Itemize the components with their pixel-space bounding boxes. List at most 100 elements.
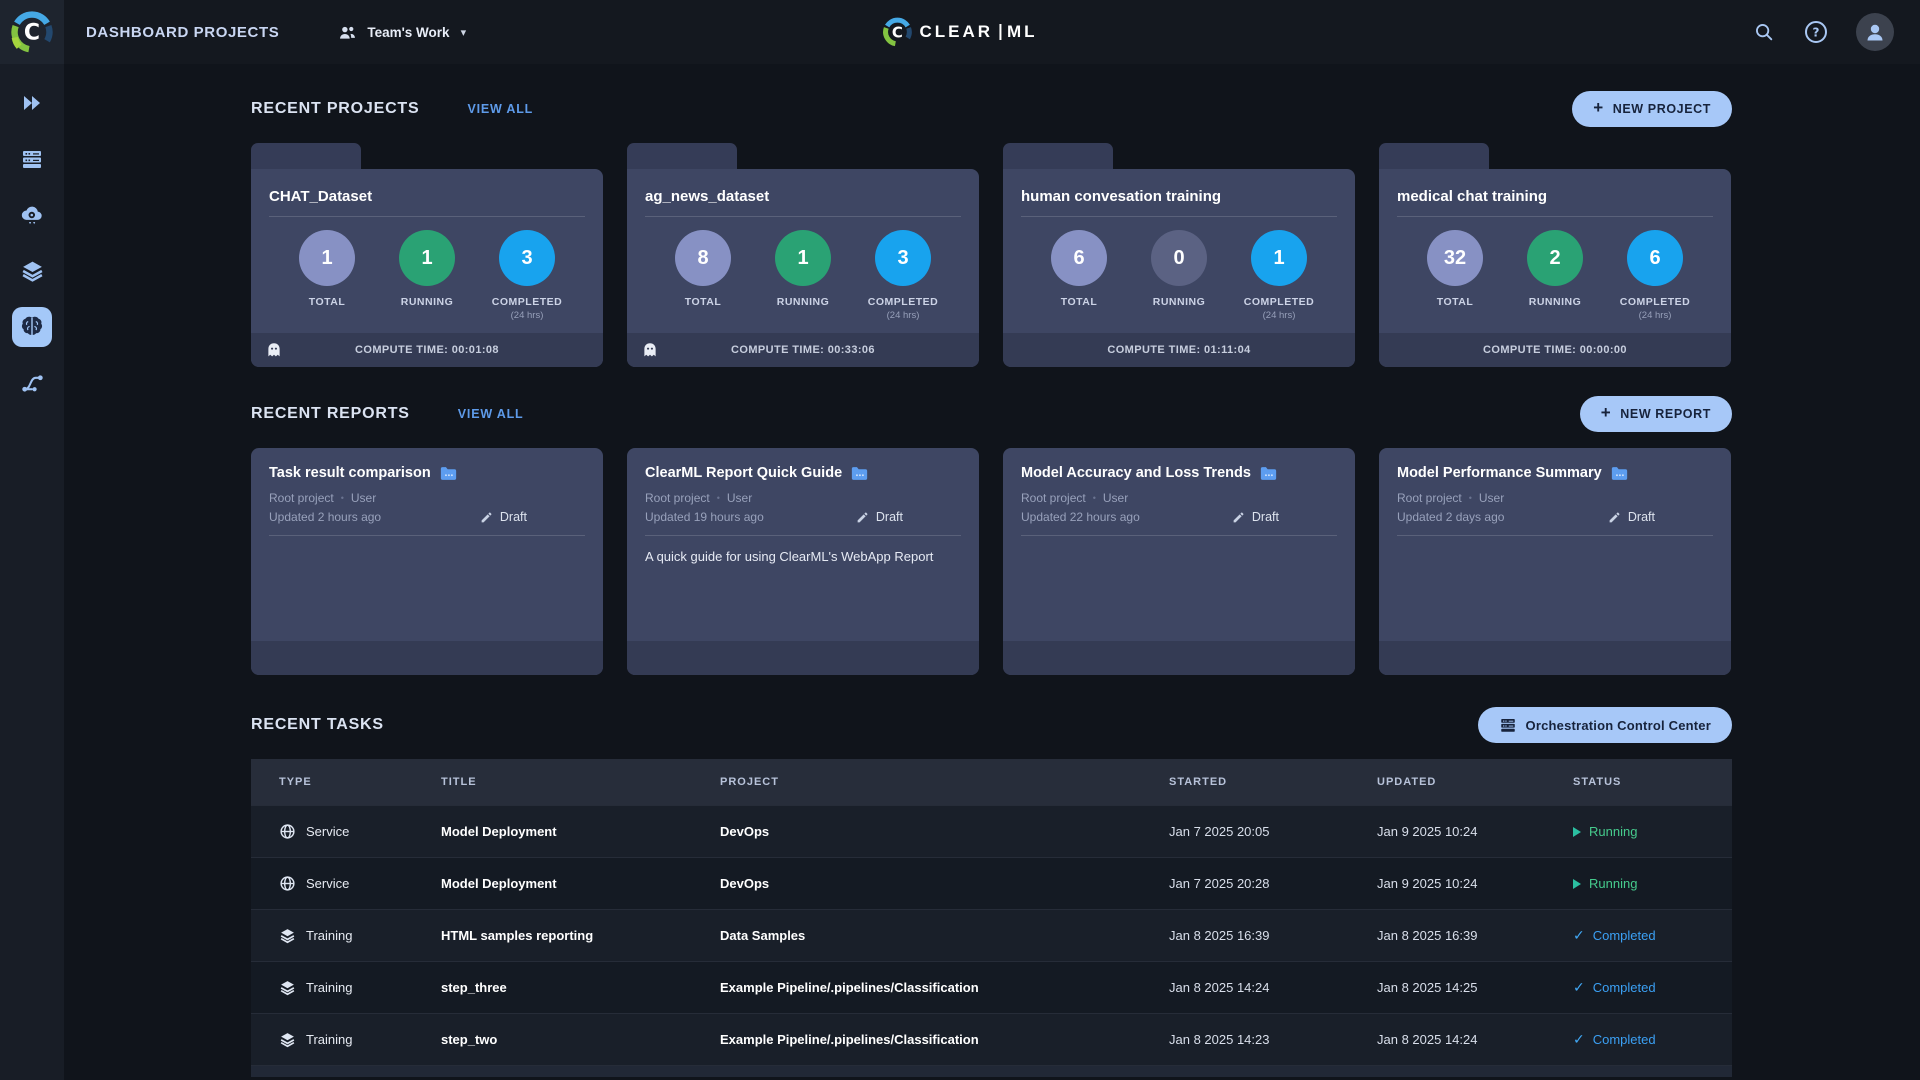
table-row[interactable]: Training step_two Example Pipeline/.pipe… bbox=[251, 1013, 1732, 1065]
help-button[interactable]: ? bbox=[1804, 20, 1828, 44]
projects-view-all-link[interactable]: VIEW ALL bbox=[467, 102, 533, 116]
help-icon: ? bbox=[1805, 21, 1827, 43]
report-title: Model Performance Summary bbox=[1397, 465, 1602, 481]
pencil-icon bbox=[1233, 512, 1244, 522]
dot-separator: • bbox=[340, 493, 344, 503]
completed-check-icon: ✓ bbox=[1573, 927, 1585, 943]
server-rack-icon bbox=[23, 151, 41, 168]
task-project: Example Pipeline/.pipelines/Classificati… bbox=[720, 1032, 979, 1047]
report-title: Model Accuracy and Loss Trends bbox=[1021, 465, 1251, 481]
completed-check-icon: ✓ bbox=[1573, 979, 1585, 995]
workspace-selector[interactable]: Team's Work ▾ bbox=[337, 22, 466, 43]
project-card[interactable]: ag_news_dataset 8 TOTAL 1 RUNNING 3 COMP… bbox=[627, 143, 979, 367]
report-updated: Updated 2 hours ago bbox=[269, 510, 382, 524]
page-title: DASHBOARD PROJECTS bbox=[86, 23, 280, 41]
recent-tasks-section: RECENT TASKS Orchestration Control Cente… bbox=[251, 706, 1732, 1077]
report-card[interactable]: Model Accuracy and Loss Trends Root proj… bbox=[1003, 448, 1355, 675]
new-project-button[interactable]: + NEW PROJECT bbox=[1572, 91, 1732, 127]
report-project: Root project bbox=[1021, 491, 1086, 505]
report-author: User bbox=[1102, 491, 1129, 505]
col-title[interactable]: TITLE bbox=[441, 776, 720, 788]
stat-total: 8 TOTAL bbox=[665, 230, 741, 321]
col-project[interactable]: PROJECT bbox=[720, 776, 1169, 788]
workspace-name: Team's Work bbox=[367, 24, 450, 40]
chevron-down-icon: ▾ bbox=[460, 26, 467, 39]
col-updated[interactable]: UPDATED bbox=[1377, 776, 1573, 788]
task-title: Model Deployment bbox=[441, 824, 557, 839]
task-title: Model Deployment bbox=[441, 876, 557, 891]
recent-tasks-table: TYPE TITLE PROJECT STARTED UPDATED STATU… bbox=[251, 759, 1732, 1077]
service-globe-icon bbox=[280, 876, 295, 891]
project-card[interactable]: human convesation training 6 TOTAL 0 RUN… bbox=[1003, 143, 1355, 367]
sidebar-item-applications[interactable] bbox=[12, 195, 52, 235]
task-type: Training bbox=[306, 928, 353, 943]
stat-completed: 3 COMPLETED (24 hrs) bbox=[489, 230, 565, 321]
report-folder-icon bbox=[851, 466, 868, 480]
recent-projects-heading: RECENT PROJECTS bbox=[251, 100, 420, 117]
main-content: RECENT PROJECTS VIEW ALL + NEW PROJECT C… bbox=[64, 64, 1920, 1080]
pencil-icon bbox=[481, 512, 492, 522]
report-card-footer bbox=[627, 641, 979, 675]
pipeline-icon bbox=[21, 374, 43, 392]
task-started: Jan 8 2025 14:24 bbox=[1169, 980, 1270, 995]
top-bar: C DASHBOARD PROJECTS Team's Work ▾ C CLE… bbox=[0, 0, 1920, 64]
compute-time: COMPUTE TIME: 00:00:00 bbox=[1483, 344, 1627, 356]
table-row[interactable]: Service Model Deployment DevOps Jan 7 20… bbox=[251, 857, 1732, 909]
task-started: Jan 8 2025 16:39 bbox=[1169, 928, 1270, 943]
sidebar-item-orchestration[interactable] bbox=[12, 139, 52, 179]
report-card[interactable]: Model Performance Summary Root project •… bbox=[1379, 448, 1731, 675]
task-project: DevOps bbox=[720, 824, 770, 839]
task-project: Data Samples bbox=[720, 928, 806, 943]
report-project: Root project bbox=[1397, 491, 1462, 505]
search-icon bbox=[1756, 24, 1773, 41]
task-updated: Jan 9 2025 10:24 bbox=[1377, 824, 1478, 839]
report-card[interactable]: Task result comparison Root project • Us… bbox=[251, 448, 603, 675]
task-title: step_three bbox=[441, 980, 507, 995]
report-description bbox=[1021, 549, 1337, 565]
sidebar-item-dashboard-active[interactable] bbox=[12, 307, 52, 347]
task-started: Jan 8 2025 14:23 bbox=[1169, 1032, 1270, 1047]
user-avatar[interactable] bbox=[1856, 13, 1894, 51]
layers-icon bbox=[22, 261, 42, 282]
stat-running: 0 RUNNING bbox=[1141, 230, 1217, 321]
report-description bbox=[269, 549, 585, 565]
compute-time: COMPUTE TIME: 00:33:06 bbox=[731, 344, 875, 356]
app-logo[interactable]: C bbox=[0, 0, 64, 64]
clearml-wordmark: C CLEAR ML bbox=[882, 0, 1037, 64]
project-card[interactable]: CHAT_Dataset 1 TOTAL 1 RUNNING 3 COMPLET… bbox=[251, 143, 603, 367]
project-card[interactable]: medical chat training 32 TOTAL 2 RUNNING… bbox=[1379, 143, 1731, 367]
search-button[interactable] bbox=[1752, 20, 1776, 44]
sidebar-item-pipelines[interactable] bbox=[12, 363, 52, 403]
col-status[interactable]: STATUS bbox=[1573, 776, 1732, 788]
table-row[interactable]: Training step_three Example Pipeline/.pi… bbox=[251, 961, 1732, 1013]
draft-badge: Draft bbox=[1232, 510, 1279, 524]
stat-running: 2 RUNNING bbox=[1517, 230, 1593, 321]
table-row[interactable]: Training HTML samples reporting Data Sam… bbox=[251, 909, 1732, 961]
stat-completed: 3 COMPLETED (24 hrs) bbox=[865, 230, 941, 321]
sidebar-item-getting-started[interactable] bbox=[12, 83, 52, 123]
brain-icon bbox=[21, 316, 43, 336]
training-layers-icon bbox=[280, 929, 295, 944]
dot-separator: • bbox=[716, 493, 720, 503]
table-row-partial bbox=[251, 1065, 1732, 1077]
sidebar-item-datasets[interactable] bbox=[12, 251, 52, 291]
orchestration-control-center-button[interactable]: Orchestration Control Center bbox=[1477, 707, 1732, 743]
report-author: User bbox=[350, 491, 377, 505]
table-row[interactable]: Service Model Deployment DevOps Jan 7 20… bbox=[251, 805, 1732, 857]
col-started[interactable]: STARTED bbox=[1169, 776, 1377, 788]
task-type: Training bbox=[306, 1032, 353, 1047]
new-report-button[interactable]: + NEW REPORT bbox=[1579, 396, 1732, 432]
compute-time: COMPUTE TIME: 01:11:04 bbox=[1107, 344, 1251, 356]
wordmark-ml: ML bbox=[1007, 22, 1038, 41]
report-updated: Updated 22 hours ago bbox=[1021, 510, 1140, 524]
reports-view-all-link[interactable]: VIEW ALL bbox=[458, 407, 524, 421]
training-layers-icon bbox=[280, 981, 295, 996]
draft-badge: Draft bbox=[856, 510, 903, 524]
task-started: Jan 7 2025 20:05 bbox=[1169, 824, 1270, 839]
recent-reports-section: RECENT REPORTS VIEW ALL + NEW REPORT Tas… bbox=[251, 395, 1732, 675]
col-type[interactable]: TYPE bbox=[279, 776, 441, 788]
compute-footer: COMPUTE TIME: 00:00:00 bbox=[1379, 333, 1731, 367]
report-card[interactable]: ClearML Report Quick Guide Root project … bbox=[627, 448, 979, 675]
stat-running: 1 RUNNING bbox=[389, 230, 465, 321]
task-type: Service bbox=[306, 824, 350, 839]
